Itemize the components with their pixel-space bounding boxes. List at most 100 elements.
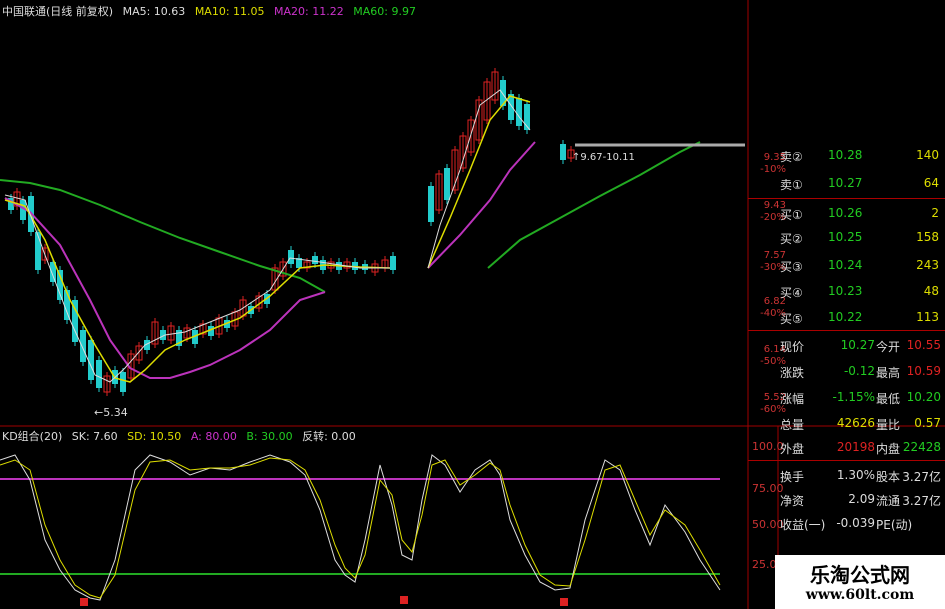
- quote-value: -0.039: [836, 516, 875, 530]
- candle-body: [444, 168, 450, 200]
- candle-body: [428, 186, 434, 222]
- ma5-label: MA5: 10.63: [122, 5, 186, 18]
- order-vol: 48: [923, 284, 939, 298]
- candle-body: [390, 256, 396, 270]
- order-price: 10.28: [828, 148, 863, 162]
- candle-body: [516, 98, 522, 126]
- order-row: 买③ 10.24 243: [748, 258, 945, 280]
- quote-panel: 卖② 10.28 140 卖① 10.27 64 买① 10.26 2 买② 1…: [748, 132, 945, 609]
- order-row: 卖① 10.27 64: [748, 176, 945, 198]
- quote-row: 收益(一) -0.039 PE(动): [748, 516, 945, 538]
- quote-row: 涨跌 -0.12 最高 10.59: [748, 364, 945, 386]
- quote-label: 总量: [780, 418, 805, 432]
- quote-value: -1.15%: [832, 390, 875, 404]
- order-side: 买⑤: [780, 312, 803, 326]
- sk-line: [0, 454, 721, 601]
- quote-value2: 10.20: [906, 390, 941, 404]
- order-row: 买① 10.26 2: [748, 206, 945, 228]
- order-price: 10.24: [828, 258, 863, 272]
- quote-label2: 量比: [876, 418, 901, 432]
- order-side: 买②: [780, 232, 803, 246]
- order-side: 卖①: [780, 178, 803, 192]
- order-price: 10.23: [828, 284, 863, 298]
- order-separator: [748, 198, 945, 199]
- candle-body: [80, 330, 86, 362]
- quote-row: 现价 10.27 今开 10.55: [748, 338, 945, 360]
- order-vol: 243: [916, 258, 939, 272]
- quote-label: 外盘: [780, 442, 805, 456]
- ma20-line-right: [427, 141, 536, 269]
- quote-value: 1.30%: [836, 468, 875, 482]
- low-marker-value: 5.34: [103, 406, 128, 419]
- order-vol: 113: [916, 310, 939, 324]
- osc-sd: SD: 10.50: [127, 430, 182, 443]
- quote-value: 10.27: [840, 338, 875, 352]
- signal-marker: [560, 598, 568, 606]
- quote-row: 换手 1.30% 股本 3.27亿: [748, 468, 945, 490]
- order-row: 买⑤ 10.22 113: [748, 310, 945, 332]
- quote-label2: 股本: [876, 470, 901, 484]
- quote-label: 涨跌: [780, 366, 805, 380]
- osc-title: KD组合(20): [2, 430, 63, 443]
- quote-separator: [748, 330, 945, 331]
- quote-value2: 10.59: [906, 364, 941, 378]
- ma20-label: MA20: 11.22: [274, 5, 344, 18]
- quote-label2: 内盘: [876, 442, 901, 456]
- order-vol: 140: [916, 148, 939, 162]
- quote-label: 收益(一): [780, 518, 826, 532]
- order-price: 10.27: [828, 176, 863, 190]
- chart-header: 中国联通(日线 前复权) MA5: 10.63 MA10: 11.05 MA20…: [2, 3, 422, 19]
- quote-label: 涨幅: [780, 392, 805, 406]
- order-vol: 64: [923, 176, 939, 190]
- watermark-title: 乐淘公式网: [810, 563, 910, 587]
- osc-b: B: 30.00: [246, 430, 293, 443]
- watermark: 乐淘公式网 www.60lt.com: [775, 555, 945, 609]
- quote-value: 42626: [836, 416, 875, 430]
- ma60-line: [0, 179, 326, 293]
- osc-sk: SK: 7.60: [71, 430, 118, 443]
- low-marker: ←5.34: [94, 406, 128, 419]
- order-row: 买④ 10.23 48: [748, 284, 945, 306]
- oscillator-header: KD组合(20) SK: 7.60 SD: 10.50 A: 80.00 B: …: [2, 428, 362, 444]
- candlesticks: [8, 68, 575, 606]
- candle-body: [88, 340, 94, 380]
- quote-value: -0.12: [843, 364, 875, 378]
- order-price: 10.26: [828, 206, 863, 220]
- stock-title: 中国联通(日线 前复权): [2, 5, 114, 18]
- order-row: 买② 10.25 158: [748, 230, 945, 252]
- range-marker: ↑9.67-10.11: [572, 152, 635, 163]
- osc-fz: 反转: 0.00: [302, 430, 356, 443]
- order-side: 买①: [780, 208, 803, 222]
- signal-marker: [400, 596, 408, 604]
- quote-label: 净资: [780, 494, 805, 508]
- order-price: 10.22: [828, 310, 863, 324]
- quote-label2: 流通: [876, 494, 901, 508]
- quote-label2: 最低: [876, 392, 901, 406]
- quote-label: 换手: [780, 470, 805, 484]
- ma10-label: MA10: 11.05: [194, 5, 265, 18]
- candle-body: [288, 250, 294, 264]
- quote-label2: 今开: [876, 340, 901, 354]
- quote-label2: 最高: [876, 366, 901, 380]
- candle-body: [120, 372, 126, 392]
- range-marker-value: 9.67-10.11: [580, 152, 635, 163]
- order-vol: 2: [931, 206, 939, 220]
- watermark-url: www.60lt.com: [805, 587, 915, 603]
- candle-body: [560, 144, 566, 160]
- order-side: 买③: [780, 260, 803, 274]
- quote-value2: 3.27亿: [902, 494, 941, 508]
- quote-value2: 0.57: [914, 416, 941, 430]
- signal-marker: [80, 598, 88, 606]
- quote-row: 外盘 20198 内盘 22428: [748, 440, 945, 462]
- quote-value2: 22428: [902, 440, 941, 454]
- quote-row: 总量 42626 量比 0.57: [748, 416, 945, 438]
- order-side: 买④: [780, 286, 803, 300]
- quote-label2: PE(动): [876, 518, 913, 532]
- candle-body: [96, 360, 102, 388]
- quote-row: 净资 2.09 流通 3.27亿: [748, 492, 945, 514]
- order-price: 10.25: [828, 230, 863, 244]
- quote-value2: 10.55: [906, 338, 941, 352]
- order-side: 卖②: [780, 150, 803, 164]
- quote-value2: 3.27亿: [902, 470, 941, 484]
- order-row: 卖② 10.28 140: [748, 148, 945, 170]
